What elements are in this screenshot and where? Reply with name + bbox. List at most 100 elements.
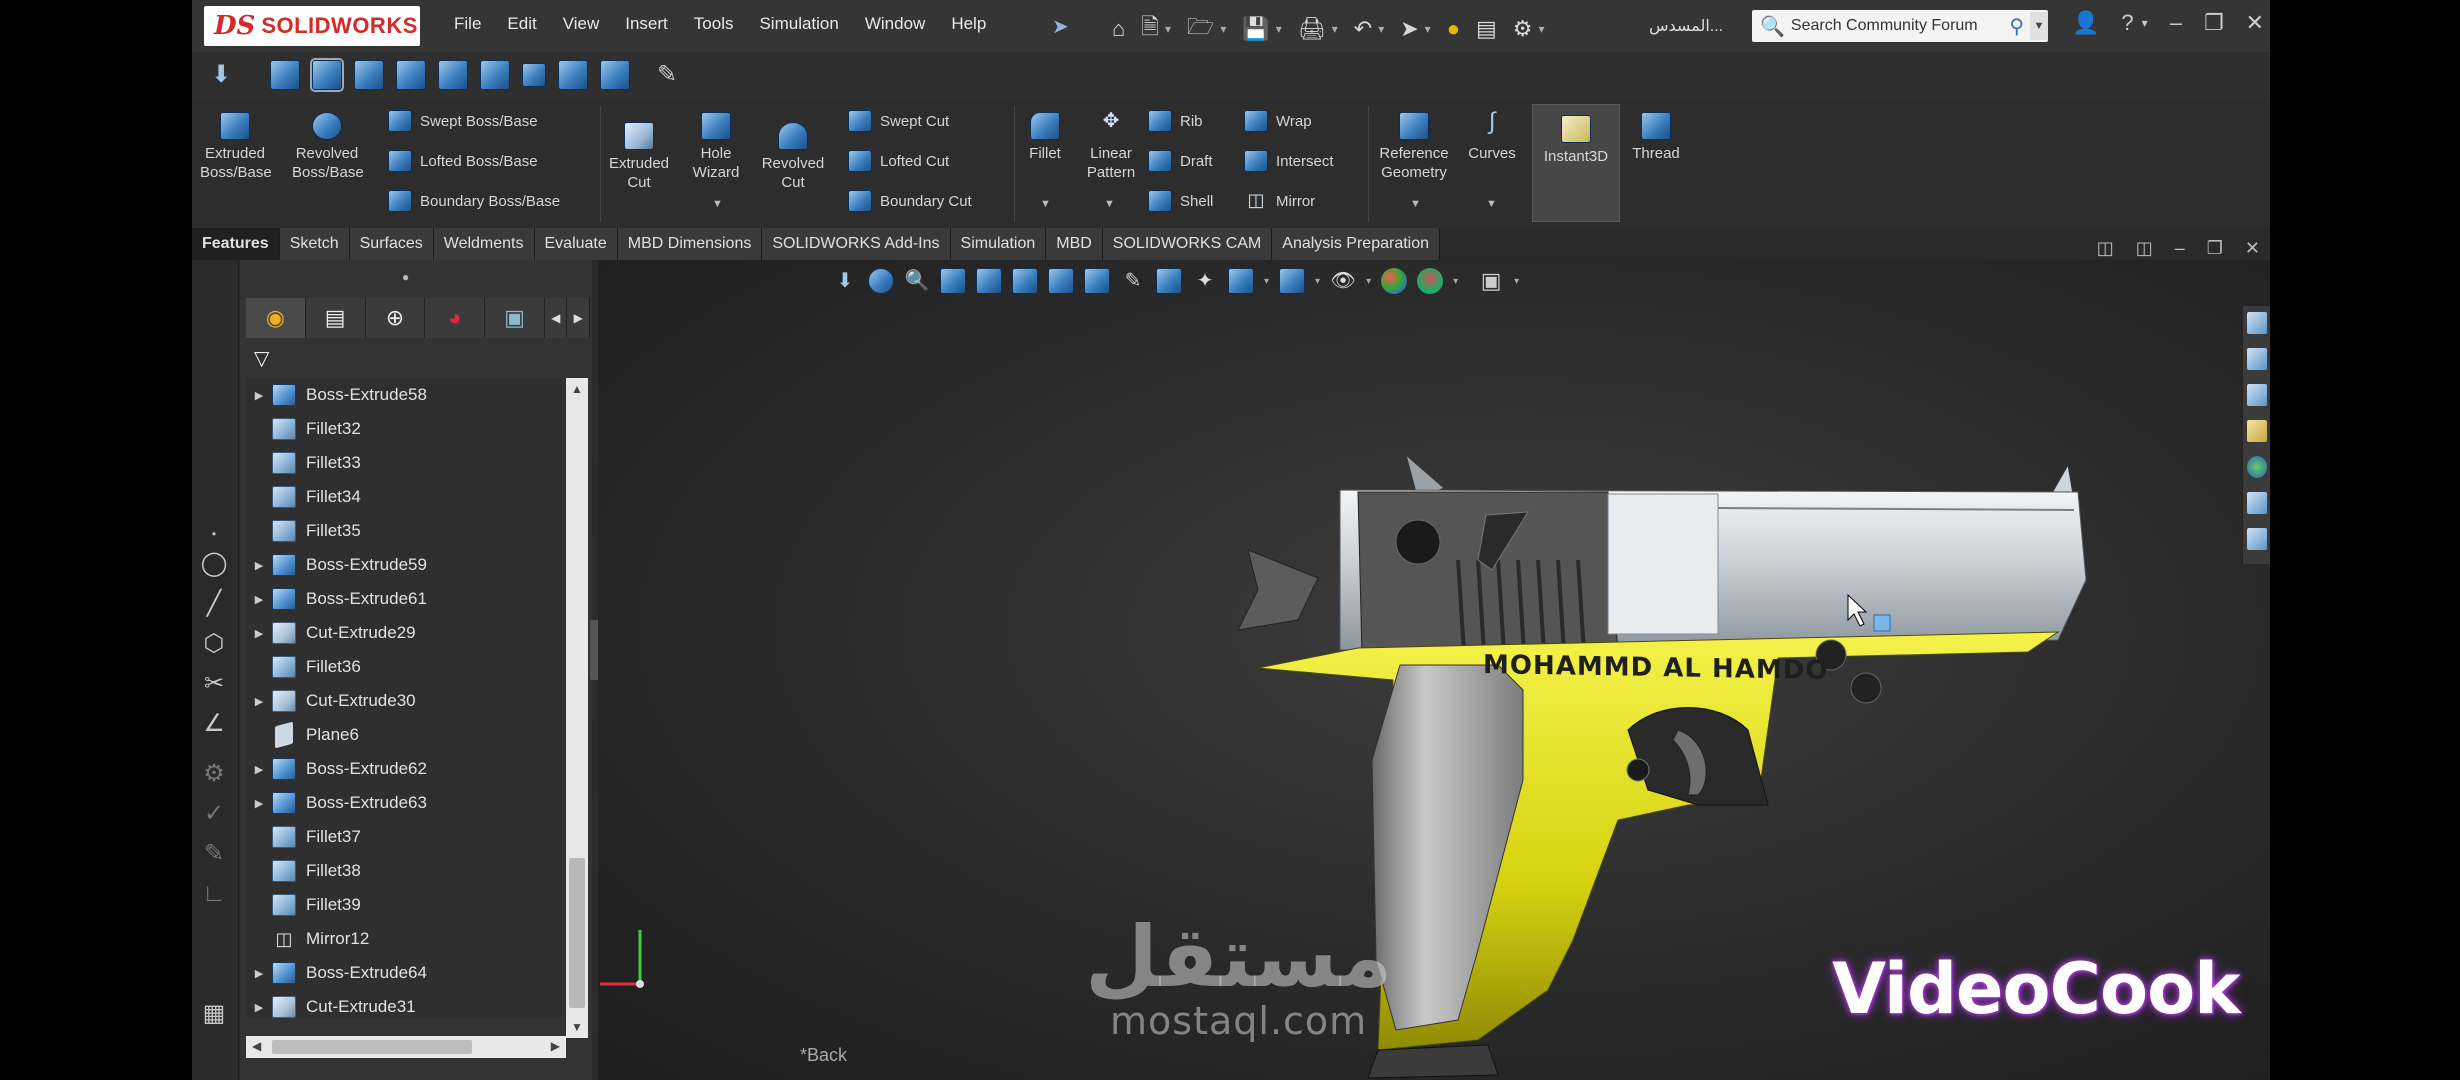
menu-file[interactable]: File <box>454 14 481 34</box>
dynamic-annotation-icon[interactable]: ✎ <box>1120 268 1146 294</box>
eye-icon[interactable]: 👁 <box>1330 268 1356 294</box>
tree-node[interactable]: ▶ Boss-Extrude62 <box>246 752 562 786</box>
view-back-icon[interactable] <box>310 58 344 92</box>
task-custom-properties-icon[interactable] <box>2247 492 2267 514</box>
menu-simulation[interactable]: Simulation <box>759 14 838 34</box>
previous-view-icon[interactable]: ⬇ <box>832 268 858 294</box>
save-caret-icon[interactable]: ▾ <box>1276 22 1282 36</box>
traffic-light-icon[interactable]: ● <box>1447 16 1460 42</box>
hide-show-icon[interactable]: ✦ <box>1192 268 1218 294</box>
fillet-button[interactable]: Fillet <box>1020 112 1070 163</box>
configuration-manager-tab-icon[interactable]: ⊕ <box>365 298 426 338</box>
print-caret-icon[interactable]: ▾ <box>1332 22 1338 36</box>
reference-geometry-button[interactable]: Reference Geometry <box>1372 112 1456 182</box>
tree-node[interactable]: ◫ Mirror12 <box>246 922 562 956</box>
tree-node[interactable]: Fillet33 <box>246 446 562 480</box>
boundary-cut-button[interactable]: Boundary Cut <box>848 190 972 212</box>
tree-node[interactable]: Plane6 <box>246 718 562 752</box>
linear-pattern-button[interactable]: ✥ Linear Pattern <box>1078 111 1144 182</box>
tree-vertical-scrollbar[interactable]: ▲ ▼ <box>566 378 588 1038</box>
curves-caret-icon[interactable]: ▼ <box>1486 198 1497 210</box>
fillet-caret-icon[interactable]: ▼ <box>1040 198 1051 210</box>
revolved-boss-button[interactable]: Revolved Boss/Base <box>292 112 364 182</box>
tree-node[interactable]: ▶ Boss-Extrude63 <box>246 786 562 820</box>
tree-node[interactable]: ▶ Boss-Extrude61 <box>246 582 562 616</box>
apply-scene-icon[interactable] <box>1279 268 1306 294</box>
tab-scroll-left-icon[interactable]: ◀ <box>544 298 568 338</box>
help-caret-icon[interactable]: ▾ <box>2142 16 2148 30</box>
reference-geometry-caret-icon[interactable]: ▼ <box>1410 198 1421 210</box>
tab-surfaces[interactable]: Surfaces <box>349 228 434 260</box>
view-settings-monitor-icon[interactable]: ▣ <box>1478 268 1504 294</box>
menu-window[interactable]: Window <box>865 14 925 34</box>
curves-button[interactable]: ∫ Curves <box>1462 110 1522 163</box>
shell-button[interactable]: Shell <box>1148 190 1213 212</box>
tab-scroll-right-icon[interactable]: ▶ <box>567 298 590 338</box>
scroll-left-icon[interactable]: ◀ <box>252 1039 261 1053</box>
caret-icon[interactable]: ▾ <box>1366 276 1371 287</box>
hole-wizard-caret-icon[interactable]: ▼ <box>712 198 723 210</box>
close-icon[interactable]: ✕ <box>2246 10 2264 36</box>
view-bottom-icon[interactable] <box>480 60 510 90</box>
options-gear-icon[interactable]: ⚙ <box>1513 16 1533 42</box>
zoom-fit-icon[interactable] <box>868 268 894 294</box>
scroll-down-icon[interactable]: ▼ <box>566 1016 588 1038</box>
gear-icon[interactable]: ⚙ <box>200 760 228 788</box>
task-appearances-icon[interactable] <box>2247 456 2267 478</box>
wrap-button[interactable]: Wrap <box>1244 110 1312 132</box>
caret-icon[interactable]: ▾ <box>1514 276 1519 287</box>
select-caret-icon[interactable]: ▾ <box>1425 22 1431 36</box>
menu-help[interactable]: Help <box>951 14 986 34</box>
tree-node[interactable]: ▶ Boss-Extrude64 <box>246 956 562 990</box>
tree-node[interactable]: Fillet37 <box>246 820 562 854</box>
draft-button[interactable]: Draft <box>1148 150 1213 172</box>
print-icon[interactable]: 🖨 <box>1298 16 1326 42</box>
tree-node[interactable]: Fillet34 <box>246 480 562 514</box>
task-forum-icon[interactable] <box>2247 528 2267 550</box>
appearance-tab-icon[interactable]: ◕ <box>425 298 486 338</box>
edit-appearance-icon[interactable] <box>1228 268 1254 294</box>
open-caret-icon[interactable]: ▾ <box>1220 22 1226 36</box>
home-icon[interactable]: ⌂ <box>1112 16 1125 42</box>
panel-grip-icon[interactable]: ● <box>402 270 409 284</box>
tab-features[interactable]: Features <box>192 228 280 260</box>
tab-simulation[interactable]: Simulation <box>950 228 1047 260</box>
undo-caret-icon[interactable]: ▾ <box>1378 22 1384 36</box>
tree-node[interactable]: Fillet32 <box>246 412 562 446</box>
tab-sketch[interactable]: Sketch <box>279 228 350 260</box>
scroll-thumb[interactable] <box>569 858 585 1008</box>
menu-insert[interactable]: Insert <box>625 14 668 34</box>
undo-icon[interactable]: ↶ <box>1354 16 1372 42</box>
expand-arrow-icon[interactable]: ▶ <box>246 763 272 776</box>
view-front-icon[interactable] <box>270 60 300 90</box>
tree-horizontal-scrollbar[interactable]: ◀ ▶ <box>246 1036 566 1058</box>
filter-icon[interactable]: ▽ <box>254 346 269 371</box>
tree-node[interactable]: ▶ Cut-Extrude30 <box>246 684 562 718</box>
expand-arrow-icon[interactable]: ▶ <box>246 559 272 572</box>
view-top-icon[interactable] <box>438 60 468 90</box>
doc-restore-icon[interactable]: ❐ <box>2207 238 2223 259</box>
tree-node[interactable]: Fillet36 <box>246 650 562 684</box>
pen-icon[interactable]: ✎ <box>200 840 228 868</box>
tree-node[interactable]: ▶ Boss-Extrude59 <box>246 548 562 582</box>
select-pointer-icon[interactable]: ➤ <box>1400 16 1418 42</box>
tile-vertical-icon[interactable]: ◫ <box>2136 238 2153 259</box>
task-file-explorer-icon[interactable] <box>2247 420 2267 442</box>
file-properties-icon[interactable]: ▤ <box>1476 16 1497 42</box>
menu-edit[interactable]: Edit <box>507 14 536 34</box>
view-right-icon[interactable] <box>396 60 426 90</box>
pin-menu-icon[interactable]: ➤ <box>1052 14 1069 39</box>
display-manager-tab-icon[interactable]: ▣ <box>485 298 545 338</box>
task-resources-icon[interactable] <box>2247 348 2267 370</box>
rib-button[interactable]: Rib <box>1148 110 1203 132</box>
tab-mbd[interactable]: MBD <box>1046 228 1103 260</box>
solidworks-logo[interactable]: DS SOLIDWORKS <box>204 6 420 46</box>
view-orientation-1-icon[interactable] <box>976 268 1002 294</box>
boundary-boss-button[interactable]: Boundary Boss/Base <box>388 190 560 212</box>
scene-icon[interactable] <box>1417 268 1444 294</box>
swept-cut-button[interactable]: Swept Cut <box>848 110 949 132</box>
menu-tools[interactable]: Tools <box>694 14 734 34</box>
hscroll-thumb[interactable] <box>272 1040 472 1054</box>
instant3d-button[interactable]: Instant3D <box>1532 104 1620 222</box>
sketch-pen-icon[interactable]: ✎ <box>652 60 682 90</box>
